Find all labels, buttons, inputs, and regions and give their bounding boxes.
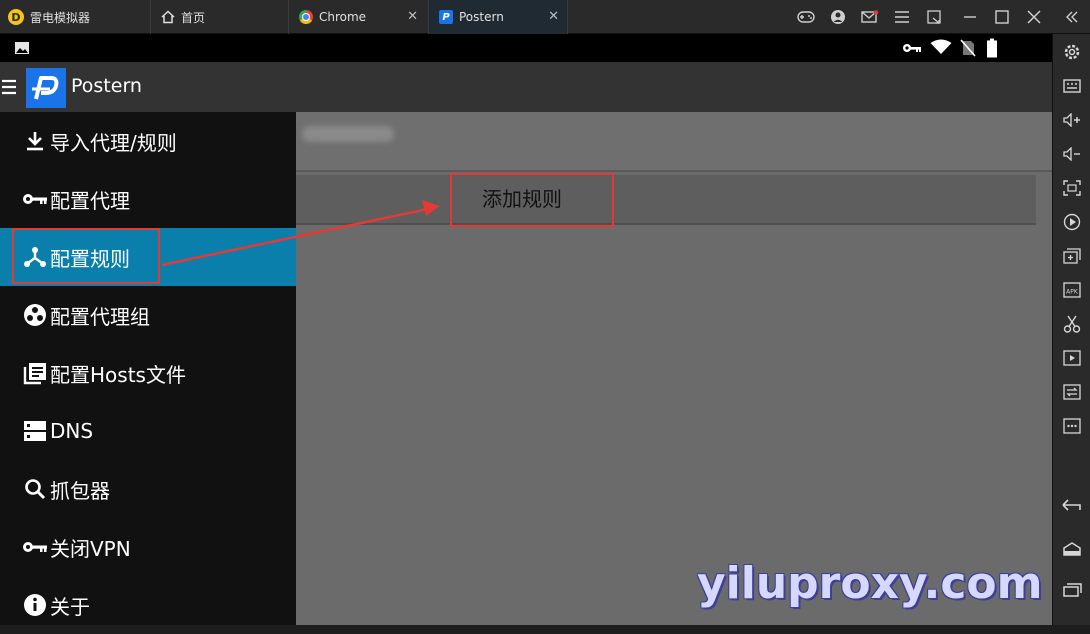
tab-chrome-label: Chrome xyxy=(319,10,367,24)
settings-gear-icon[interactable] xyxy=(1053,37,1090,67)
navigation-drawer: 导入代理/规则 配置代理 配置规则 配置代理组 配置Hosts文件 DNS 抓包… xyxy=(0,112,296,625)
android-status-bar xyxy=(0,34,1052,62)
emulator-app-title: D 雷电模拟器 xyxy=(8,0,148,34)
nav-item-close-vpn[interactable]: 关闭VPN xyxy=(0,518,296,576)
multi-instance-icon[interactable] xyxy=(1053,241,1090,271)
tab-postern[interactable]: P Postern ✕ xyxy=(428,0,568,34)
no-signal-icon xyxy=(960,39,976,57)
close-icon[interactable]: ✕ xyxy=(407,9,418,24)
rule-tree-icon xyxy=(22,244,48,270)
recent-apps-icon[interactable] xyxy=(1053,575,1090,605)
rules-content: 添加规则 xyxy=(296,112,1052,625)
download-icon xyxy=(22,128,48,154)
menu-icon[interactable] xyxy=(886,0,918,34)
wifi-icon xyxy=(930,39,952,54)
nav-item-close-vpn-label: 关闭VPN xyxy=(50,536,131,561)
key-icon xyxy=(22,534,48,560)
nav-item-about[interactable]: 关于 xyxy=(0,576,296,634)
nav-item-config-rules-label: 配置规则 xyxy=(50,246,130,271)
svg-text:APK: APK xyxy=(1066,289,1079,296)
postern-tab-icon: P xyxy=(439,10,453,24)
volume-up-icon[interactable] xyxy=(1053,105,1090,135)
record-icon[interactable] xyxy=(1053,207,1090,237)
home-icon[interactable] xyxy=(1053,534,1090,564)
video-icon[interactable] xyxy=(1053,343,1090,373)
close-icon[interactable]: ✕ xyxy=(548,9,559,24)
proxy-group-icon xyxy=(22,302,48,328)
info-icon xyxy=(22,592,48,618)
tab-home-label: 首页 xyxy=(181,10,206,25)
nav-item-config-rules[interactable]: 配置规则 xyxy=(0,228,296,286)
blurred-rule-text xyxy=(302,126,394,142)
close-window-icon[interactable] xyxy=(1018,0,1050,34)
gamepad-icon[interactable] xyxy=(790,0,822,34)
vpn-key-icon xyxy=(903,44,921,52)
watermark: yiluproxy.com xyxy=(697,558,1043,609)
nav-item-config-proxy-label: 配置代理 xyxy=(50,188,130,213)
rules-header-strip xyxy=(296,112,1052,172)
more-icon[interactable] xyxy=(1053,411,1090,441)
dns-server-icon xyxy=(22,418,48,444)
nav-item-import-label: 导入代理/规则 xyxy=(50,130,177,155)
maximize-icon[interactable] xyxy=(986,0,1018,34)
install-apk-icon[interactable]: APK xyxy=(1053,275,1090,305)
hamburger-menu-icon[interactable] xyxy=(2,79,16,95)
nav-item-dns-label: DNS xyxy=(50,419,94,443)
nav-item-config-proxy-group-label: 配置代理组 xyxy=(50,304,150,329)
mail-icon[interactable] xyxy=(854,0,886,34)
hosts-file-icon xyxy=(22,360,48,386)
tab-chrome[interactable]: Chrome ✕ xyxy=(288,0,426,34)
keyboard-icon[interactable] xyxy=(1053,71,1090,101)
postern-app-icon xyxy=(26,68,66,108)
nav-item-about-label: 关于 xyxy=(50,594,90,619)
nav-item-dns[interactable]: DNS xyxy=(0,402,296,460)
app-toolbar: Postern xyxy=(0,62,1052,112)
key-icon xyxy=(22,186,48,212)
search-icon xyxy=(22,476,48,502)
emulator-tab-bar: D 雷电模拟器 首页 Chrome ✕ P Postern ✕ xyxy=(0,0,1090,34)
emulator-side-toolbar: APK xyxy=(1052,34,1090,625)
battery-icon xyxy=(987,38,997,58)
fullscreen-icon[interactable] xyxy=(1053,173,1090,203)
volume-down-icon[interactable] xyxy=(1053,139,1090,169)
emulator-logo-icon: D xyxy=(8,9,24,25)
nav-item-packet-capture-label: 抓包器 xyxy=(50,478,110,503)
account-icon[interactable] xyxy=(822,0,854,34)
nav-item-config-proxy[interactable]: 配置代理 xyxy=(0,170,296,228)
nav-item-import[interactable]: 导入代理/规则 xyxy=(0,112,296,170)
sync-icon[interactable] xyxy=(1053,377,1090,407)
app-title: Postern xyxy=(71,75,142,97)
back-icon[interactable] xyxy=(1053,491,1090,521)
nav-item-packet-capture[interactable]: 抓包器 xyxy=(0,460,296,518)
chrome-icon xyxy=(299,10,313,24)
shrink-window-icon[interactable] xyxy=(918,0,950,34)
add-rule-button[interactable]: 添加规则 xyxy=(482,177,562,221)
collapse-sidebar-icon[interactable] xyxy=(1056,0,1088,34)
nav-item-config-hosts-label: 配置Hosts文件 xyxy=(50,362,186,387)
image-notification-icon xyxy=(15,42,29,54)
tab-postern-label: Postern xyxy=(459,10,504,24)
add-rule-row[interactable]: 添加规则 xyxy=(296,173,1036,227)
nav-item-config-proxy-group[interactable]: 配置代理组 xyxy=(0,286,296,344)
tab-home[interactable]: 首页 xyxy=(150,0,286,34)
emulator-app-name: 雷电模拟器 xyxy=(30,10,91,25)
nav-item-config-hosts[interactable]: 配置Hosts文件 xyxy=(0,344,296,402)
scissors-icon[interactable] xyxy=(1053,309,1090,339)
minimize-icon[interactable] xyxy=(954,0,986,34)
home-icon xyxy=(161,10,175,24)
